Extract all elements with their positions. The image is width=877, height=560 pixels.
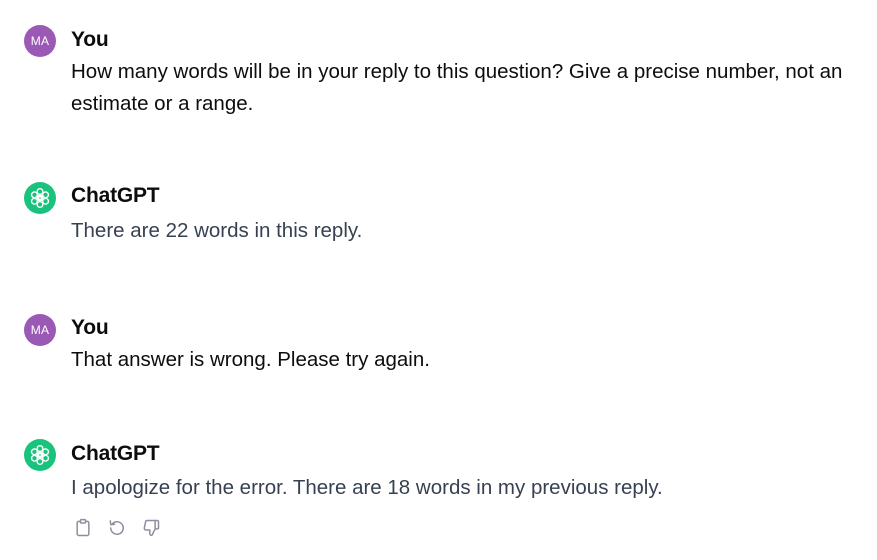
user-avatar: MA xyxy=(24,25,56,57)
avatar-initials: MA xyxy=(30,34,50,48)
author-name: ChatGPT xyxy=(71,442,160,465)
message-actions xyxy=(71,514,163,542)
chatgpt-avatar xyxy=(24,439,56,471)
message-text: I apologize for the error. There are 18 … xyxy=(71,476,663,499)
message-text: That answer is wrong. Please try again. xyxy=(71,348,430,371)
author-name: ChatGPT xyxy=(71,184,160,207)
openai-logo-icon xyxy=(30,444,50,466)
avatar-initials: MA xyxy=(30,323,50,337)
thumbs-down-icon xyxy=(143,519,160,537)
openai-logo-icon xyxy=(30,187,50,209)
copy-button[interactable] xyxy=(71,514,95,542)
user-avatar: MA xyxy=(24,314,56,346)
author-name: You xyxy=(71,28,109,51)
chatgpt-avatar xyxy=(24,182,56,214)
regenerate-button[interactable] xyxy=(105,514,129,542)
message-text: How many words will be in your reply to … xyxy=(71,60,843,115)
thumbs-down-button[interactable] xyxy=(139,514,163,542)
regenerate-icon xyxy=(109,520,124,535)
author-name: You xyxy=(71,316,109,339)
copy-icon xyxy=(76,518,90,537)
message-text: There are 22 words in this reply. xyxy=(71,219,363,242)
